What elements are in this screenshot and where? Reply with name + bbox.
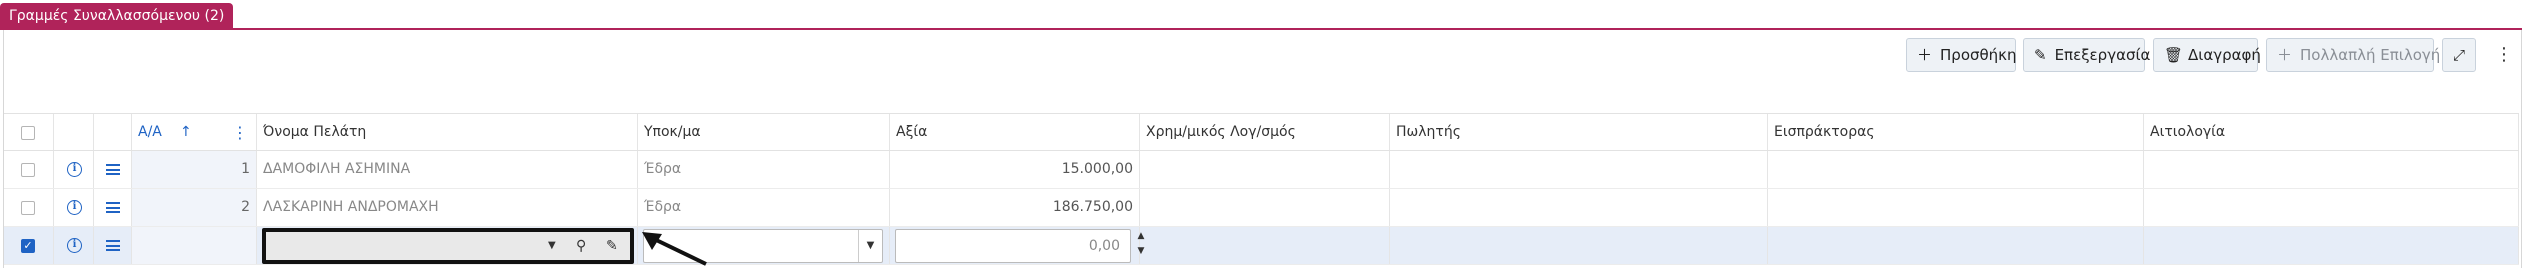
edit-row[interactable]: ✓ i ▼ ⚲ ✎ ▼ 0,00 ▲ ▼: [4, 227, 2519, 265]
header-seller[interactable]: Πωλητής: [1390, 114, 1768, 150]
header-collector[interactable]: Εισπράκτορας: [1768, 114, 2144, 150]
row-checkbox[interactable]: [21, 163, 35, 177]
lines-panel: ＋ Προσθήκη ✎ Επεξεργασία 🗑 Διαγραφή ＋ Πο…: [3, 30, 2522, 268]
cell-seller: [1390, 227, 1768, 264]
cell-ypokatastima: Έδρα: [638, 189, 890, 226]
cell-aa: 2: [132, 189, 257, 226]
menu-icon[interactable]: [106, 164, 120, 175]
cell-ypokatastima: Έδρα: [638, 151, 890, 188]
pencil-icon: ✎: [2034, 46, 2047, 64]
info-icon[interactable]: i: [67, 238, 82, 253]
cell-account: [1140, 151, 1390, 188]
multi-select-label: Πολλαπλή Επιλογή: [2300, 46, 2441, 64]
header-info-cell: [54, 114, 94, 150]
cell-collector: [1768, 151, 2144, 188]
cell-seller: [1390, 151, 1768, 188]
header-menu-cell: [94, 114, 132, 150]
cell-name: ΔΑΜΟΦΙΛΗ ΑΣΗΜΙΝΑ: [257, 151, 638, 188]
customer-name-combo[interactable]: ▼ ⚲ ✎: [262, 228, 634, 264]
header-checkbox-cell: [4, 114, 54, 150]
header-aa[interactable]: Α/Α ↑ ⋮: [132, 114, 257, 150]
table-row[interactable]: i 1 ΔΑΜΟΦΙΛΗ ΑΣΗΜΙΝΑ Έδρα 15.000,00: [4, 151, 2519, 189]
info-icon[interactable]: i: [67, 200, 82, 215]
row-info-cell: i: [54, 189, 94, 226]
value-input[interactable]: 0,00: [895, 229, 1131, 263]
cell-seller: [1390, 189, 1768, 226]
expand-button[interactable]: ⤢: [2442, 38, 2476, 72]
search-icon[interactable]: ⚲: [576, 232, 586, 260]
cell-account: [1140, 227, 1390, 264]
header-name[interactable]: Όνομα Πελάτη: [257, 114, 638, 150]
arrow-icon: [642, 232, 707, 266]
plus-icon: ＋: [2277, 46, 2293, 64]
cell-aa: [132, 227, 257, 264]
row-menu-cell: [94, 189, 132, 226]
row-checkbox-checked[interactable]: ✓: [21, 239, 35, 253]
row-menu-cell: [94, 151, 132, 188]
toolbar: ＋ Προσθήκη ✎ Επεξεργασία 🗑 Διαγραφή ＋ Πο…: [4, 30, 2521, 80]
add-button[interactable]: ＋ Προσθήκη: [1906, 38, 2017, 72]
row-info-cell: i: [54, 227, 94, 264]
cell-reason: [2144, 151, 2519, 188]
cell-collector: [1768, 227, 2144, 264]
row-menu-cell: [94, 227, 132, 264]
kebab-icon[interactable]: ⋮: [2494, 38, 2514, 72]
edit-button[interactable]: ✎ Επεξεργασία: [2023, 38, 2150, 72]
cell-name: ΛΑΣΚΑΡΙΝΗ ΑΝΔΡΟΜΑΧΗ: [257, 189, 638, 226]
delete-button-label: Διαγραφή: [2188, 46, 2261, 64]
cell-reason: [2144, 189, 2519, 226]
cell-aa: 1: [132, 151, 257, 188]
header-ypokatastima[interactable]: Υποκ/μα: [638, 114, 890, 150]
sort-up-icon[interactable]: ↑: [180, 114, 192, 150]
delete-button[interactable]: 🗑 Διαγραφή: [2153, 38, 2261, 72]
kebab-icon[interactable]: ⋮: [232, 114, 248, 150]
cell-value: 186.750,00: [890, 189, 1140, 226]
value-input-text: 0,00: [1088, 238, 1120, 254]
select-all-checkbox[interactable]: [21, 126, 35, 140]
pencil-icon[interactable]: ✎: [606, 232, 618, 260]
menu-icon[interactable]: [106, 240, 120, 251]
cell-value: 15.000,00: [890, 151, 1140, 188]
grid-header: Α/Α ↑ ⋮ Όνομα Πελάτη Υποκ/μα Αξία Χρημ/μ…: [4, 113, 2519, 151]
tab-strip: Γραμμές Συναλλασσόμενου (2): [0, 0, 2522, 30]
header-aa-label: Α/Α: [138, 124, 162, 140]
multi-select-button[interactable]: ＋ Πολλαπλή Επιλογή: [2266, 38, 2440, 72]
cell-reason: [2144, 227, 2519, 264]
menu-icon[interactable]: [106, 202, 120, 213]
expand-icon: ⤢: [2452, 46, 2465, 64]
lines-grid: Α/Α ↑ ⋮ Όνομα Πελάτη Υποκ/μα Αξία Χρημ/μ…: [4, 80, 2519, 268]
plus-icon: ＋: [1917, 46, 1933, 64]
table-row[interactable]: i 2 ΛΑΣΚΑΡΙΝΗ ΑΝΔΡΟΜΑΧΗ Έδρα 186.750,00: [4, 189, 2519, 227]
row-info-cell: i: [54, 151, 94, 188]
row-checkbox[interactable]: [21, 201, 35, 215]
tab-transaction-lines[interactable]: Γραμμές Συναλλασσόμενου (2): [0, 3, 234, 30]
info-icon[interactable]: i: [67, 162, 82, 177]
header-account[interactable]: Χρημ/μικός Λογ/σμός: [1140, 114, 1390, 150]
header-value[interactable]: Αξία: [890, 114, 1140, 150]
header-reason[interactable]: Αιτιολογία: [2144, 114, 2519, 150]
value-stepper[interactable]: ▲ ▼: [1133, 229, 1149, 263]
chevron-down-icon[interactable]: ▼: [548, 232, 556, 260]
chevron-down-icon[interactable]: ▼: [858, 230, 882, 262]
trash-icon: 🗑: [2164, 46, 2184, 64]
row-checkbox-cell: [4, 189, 54, 226]
row-checkbox-cell: ✓: [4, 227, 54, 264]
cell-collector: [1768, 189, 2144, 226]
cell-account: [1140, 189, 1390, 226]
add-button-label: Προσθήκη: [1940, 46, 2017, 64]
row-checkbox-cell: [4, 151, 54, 188]
edit-button-label: Επεξεργασία: [2054, 46, 2151, 64]
